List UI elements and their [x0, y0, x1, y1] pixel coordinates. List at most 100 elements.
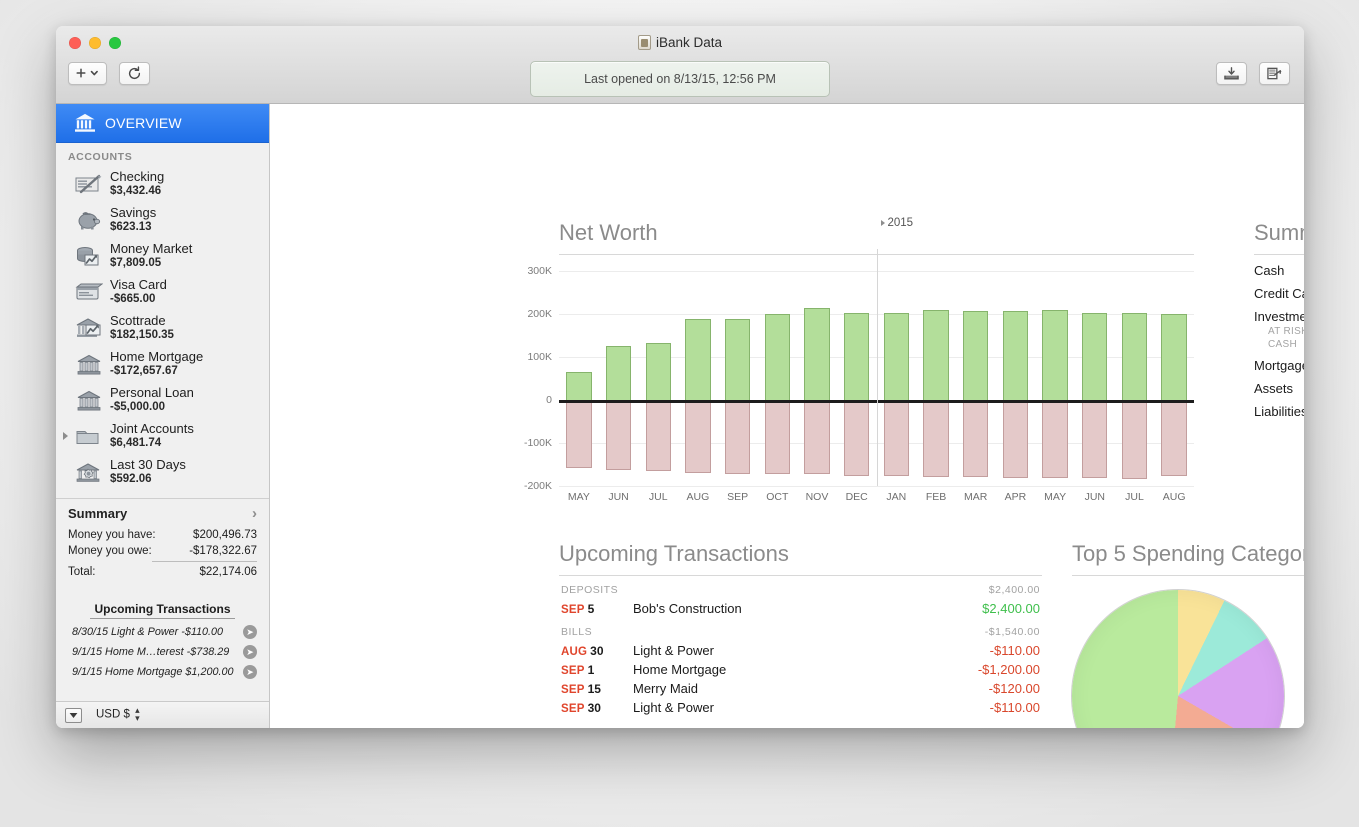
bar-column[interactable] — [718, 271, 758, 486]
summary-panel-title: Summary — [1254, 220, 1304, 246]
sidebar-item-personal-loan[interactable]: Personal Loan -$5,000.00 — [56, 382, 269, 418]
y-tick-label: 300K — [527, 265, 552, 277]
bar-column[interactable] — [996, 271, 1036, 486]
bar-negative — [646, 400, 671, 471]
account-name: Money Market — [110, 242, 192, 257]
go-arrow-icon[interactable]: ➤ — [243, 625, 257, 639]
bar-column[interactable] — [1115, 271, 1155, 486]
currency-selector[interactable]: USD $ ▴▾ — [96, 707, 140, 722]
bar-positive — [844, 313, 869, 400]
bar-negative — [884, 400, 909, 476]
bar-positive — [1042, 310, 1067, 400]
bar-column[interactable] — [757, 271, 797, 486]
bar-column[interactable] — [797, 271, 837, 486]
x-tick-label: DEC — [837, 491, 877, 503]
go-arrow-icon[interactable]: ➤ — [243, 665, 257, 679]
bar-positive — [606, 346, 631, 400]
bar-negative — [1082, 400, 1107, 478]
sidebar-item-checking[interactable]: Checking $3,432.46 — [56, 166, 269, 202]
upcoming-transactions-body: DEPOSITS$2,400.00SEP5Bob's Construction$… — [559, 576, 1042, 717]
row-label: Liabilities — [1254, 404, 1304, 419]
refresh-button[interactable] — [119, 62, 150, 85]
sidebar-item-scottrade[interactable]: Scottrade $182,150.35 — [56, 310, 269, 346]
bar-column[interactable] — [956, 271, 996, 486]
transaction-row[interactable]: SEP1Home Mortgage-$1,200.00 — [559, 660, 1042, 679]
bar-column[interactable] — [599, 271, 639, 486]
sidebar-item-home-mortgage[interactable]: Home Mortgage -$172,657.67 — [56, 346, 269, 382]
transaction-group-header: DEPOSITS$2,400.00 — [559, 576, 1042, 599]
bar-column[interactable] — [1035, 271, 1075, 486]
chevron-right-icon[interactable]: › — [252, 505, 257, 522]
brokerage-icon — [74, 314, 104, 342]
account-name: Visa Card — [110, 278, 167, 293]
account-balance: $592.06 — [110, 473, 186, 486]
account-balance: -$665.00 — [110, 293, 167, 306]
sidebar-item-joint-accounts[interactable]: Joint Accounts $6,481.74 — [56, 418, 269, 454]
net-worth-chart[interactable]: 300K 200K 100K 0 -100K -200K — [559, 271, 1194, 486]
date-month: SEP — [561, 665, 585, 677]
bar-column[interactable] — [877, 271, 917, 486]
transaction-description: Light & Power — [633, 700, 990, 715]
disclosure-triangle-icon[interactable] — [63, 432, 68, 440]
bar-negative — [765, 400, 790, 474]
account-balance: $623.13 — [110, 221, 156, 234]
sidebar-summary: Summary › Money you have: $200,496.73 Mo… — [56, 499, 269, 682]
go-arrow-icon[interactable]: ➤ — [243, 645, 257, 659]
sidebar-upcoming-item[interactable]: 9/1/15 Home Mortgage $1,200.00 ➤ — [68, 662, 257, 682]
transaction-date: SEP15 — [561, 682, 633, 696]
x-tick-label: OCT — [757, 491, 797, 503]
transaction-row[interactable]: SEP30Light & Power-$110.00 — [559, 698, 1042, 717]
transaction-row[interactable]: SEP5Bob's Construction$2,400.00 — [559, 599, 1042, 618]
sidebar-summary-header[interactable]: Summary › — [68, 505, 257, 527]
bar-negative — [1042, 400, 1067, 478]
pie-wrap: Insurance $92.53 (7.2%)Utilities $110.00… — [1072, 590, 1304, 728]
account-name: Savings — [110, 206, 156, 221]
bar-column[interactable] — [559, 271, 599, 486]
sidebar-upcoming-item[interactable]: 9/1/15 Home M…terest -$738.29 ➤ — [68, 642, 257, 662]
bar-positive — [1082, 313, 1107, 400]
y-tick-label: 100K — [527, 351, 552, 363]
bar-negative — [725, 400, 750, 474]
sidebar-item-overview[interactable]: OVERVIEW — [56, 104, 269, 143]
y-tick-label: 200K — [527, 308, 552, 320]
export-button[interactable] — [1259, 62, 1290, 85]
account-name: Personal Loan — [110, 386, 194, 401]
bar-column[interactable] — [1154, 271, 1194, 486]
sidebar-upcoming-text: 8/30/15 Light & Power -$110.00 — [72, 626, 223, 638]
sidebar-item-money-market[interactable]: Money Market $7,809.05 — [56, 238, 269, 274]
action-menu-icon[interactable] — [65, 708, 82, 723]
sidebar-item-visa-card[interactable]: Visa Card -$665.00 — [56, 274, 269, 310]
import-button[interactable] — [1216, 62, 1247, 85]
transaction-row[interactable]: SEP15Merry Maid-$120.00 — [559, 679, 1042, 698]
bar-column[interactable] — [837, 271, 877, 486]
last-opened-text: Last opened on 8/13/15, 12:56 PM — [584, 72, 776, 86]
add-account-button[interactable] — [68, 62, 107, 85]
bar-positive — [923, 310, 948, 400]
bar-negative — [923, 400, 948, 477]
bar-column[interactable] — [916, 271, 956, 486]
sidebar-summary-row: Total: $22,174.06 — [68, 564, 257, 580]
x-tick-label: AUG — [678, 491, 718, 503]
sidebar-upcoming-title-text: Upcoming Transactions — [90, 602, 234, 619]
summary-panel: Summary Cash $18,346.38 Credit Cards -$6… — [1254, 220, 1304, 419]
bar-column[interactable] — [638, 271, 678, 486]
transaction-row[interactable]: AUG30Light & Power-$110.00 — [559, 641, 1042, 660]
stepper-icon[interactable]: ▴▾ — [135, 707, 140, 722]
subrow-label: CASH — [1268, 339, 1297, 350]
sidebar-upcoming-item[interactable]: 8/30/15 Light & Power -$110.00 ➤ — [68, 622, 257, 642]
account-name: Home Mortgage — [110, 350, 203, 365]
import-icon — [1223, 66, 1240, 81]
credit-card-icon — [74, 278, 104, 306]
bar-negative — [685, 400, 710, 473]
spending-pie-chart[interactable] — [1072, 590, 1284, 728]
bank-icon — [74, 113, 96, 133]
date-month: SEP — [561, 604, 585, 616]
bar-column[interactable] — [1075, 271, 1115, 486]
sidebar-item-last-30-days[interactable]: Last 30 Days $592.06 — [56, 454, 269, 490]
x-tick-label: FEB — [916, 491, 956, 503]
x-tick-label: MAY — [559, 491, 599, 503]
accounts-list: Checking $3,432.46 — [56, 166, 269, 496]
row-label: Total: — [68, 566, 96, 578]
bar-column[interactable] — [678, 271, 718, 486]
sidebar-item-savings[interactable]: Savings $623.13 — [56, 202, 269, 238]
